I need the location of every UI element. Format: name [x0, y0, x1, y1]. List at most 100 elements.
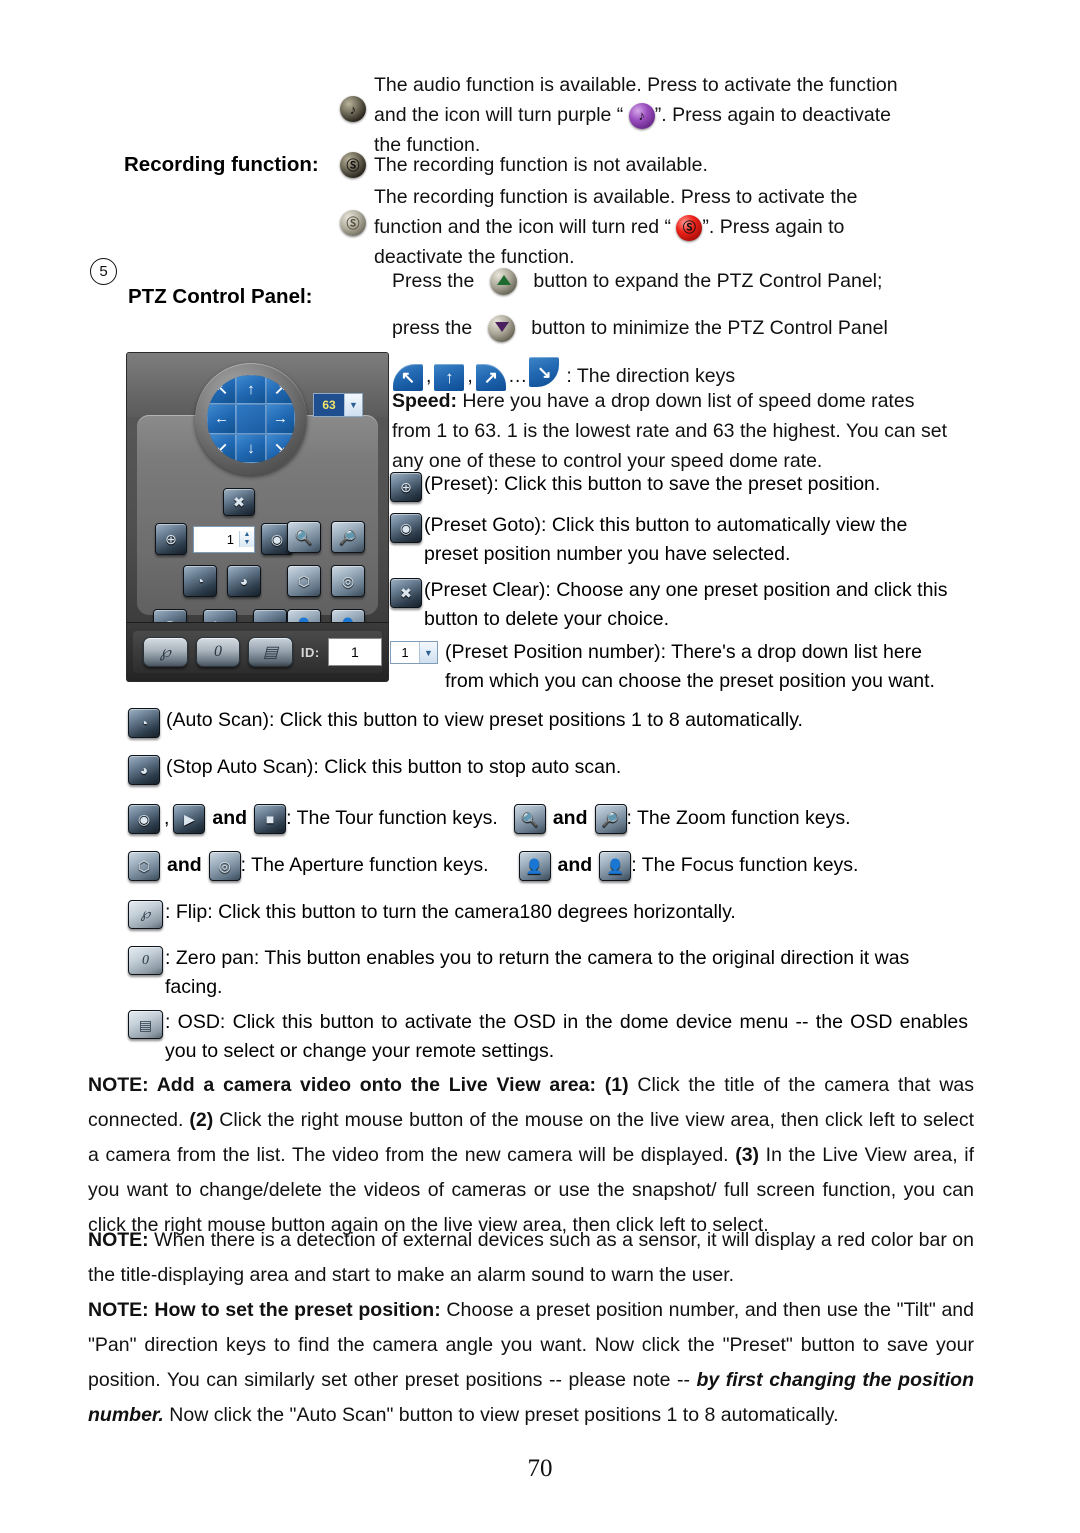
flip-icon[interactable]: ℘: [128, 900, 163, 929]
ptz-expand-text-b: button to expand the PTZ Control Panel;: [533, 270, 883, 292]
ptz-minimize-text-b: button to minimize the PTZ Control Panel: [531, 317, 888, 339]
joy-left[interactable]: ←: [207, 404, 237, 434]
expand-arrow-up-icon[interactable]: [490, 267, 518, 295]
ptz-aperture-close-button[interactable]: ◎: [331, 565, 365, 597]
spinner-icon[interactable]: ▲ ▼: [239, 531, 254, 547]
note-1-num-2: (2): [183, 1109, 214, 1131]
ptz-preset-button[interactable]: ⊕: [155, 523, 187, 555]
bottom-item-1-text: : Zero pan: This button enables you to r…: [165, 947, 910, 998]
ptz-aperture-open-button[interactable]: ⬡: [287, 565, 321, 597]
ptz-zoom-in-button[interactable]: 🔍: [287, 521, 321, 553]
note-3-heading: NOTE: How to set the preset position:: [88, 1299, 441, 1321]
ptz-scan-row[interactable]: ◔ ◕: [183, 565, 261, 597]
ptz-osd-button[interactable]: ▤: [248, 637, 293, 667]
speed-label: Speed:: [392, 390, 458, 412]
preset-item-0-text: (Preset): Click this button to save the …: [424, 473, 881, 495]
osd-icon[interactable]: ▤: [128, 1010, 163, 1039]
recording-available-row: Ⓢ The recording function is available. P…: [340, 182, 960, 272]
joy-up-left[interactable]: ↖: [207, 375, 237, 405]
joy-up[interactable]: ↑: [236, 375, 266, 405]
ptz-id-input[interactable]: 1: [327, 638, 383, 666]
ptz-flip-button[interactable]: ℘: [143, 637, 188, 667]
chevron-down-icon[interactable]: ▼: [419, 642, 437, 663]
ptz-preset-number-input[interactable]: 1 ▲ ▼: [193, 525, 255, 553]
ptz-joystick-keys[interactable]: ↖ ↑ ↗ ← → ↙ ↓ ↘: [207, 375, 295, 463]
ptz-control-panel-image[interactable]: ↖ ↑ ↗ ← → ↙ ↓ ↘ 63 ▼ ✖ ⊕ 1 ▲ ▼ ◉ ◔ ◕ 🔍 🔎…: [126, 352, 389, 682]
ptz-zero-pan-button[interactable]: 0: [195, 637, 241, 667]
tour-zoom-row: ◉ , ▶ and ■ : The Tour function keys. 🔍 …: [128, 802, 968, 834]
joy-down[interactable]: ↓: [236, 433, 266, 463]
zero-pan-icon[interactable]: 0: [128, 946, 163, 975]
minimize-arrow-down-icon[interactable]: [488, 314, 516, 342]
ptz-footer-bar: ℘ 0 ▤ ID: 1: [133, 631, 383, 673]
note-1-num-3: (3): [728, 1144, 760, 1166]
audio-function-block: ♪ The audio function is available. Press…: [340, 70, 960, 160]
focus-far-icon[interactable]: 👤: [599, 851, 632, 881]
zoom-out-icon[interactable]: 🔎: [594, 804, 627, 834]
focus-near-icon[interactable]: 👤: [518, 851, 551, 881]
ptz-aperture-row[interactable]: ⬡ ◎: [287, 565, 365, 597]
direction-key-down-right-icon[interactable]: ↘: [529, 357, 560, 387]
ptz-preset-clear-wrap[interactable]: ✖: [223, 488, 255, 516]
audio-icon-dark: ♪: [340, 96, 366, 122]
joy-right[interactable]: →: [265, 404, 295, 434]
preset-clear-icon[interactable]: ✖: [390, 578, 422, 608]
preset-icon[interactable]: ⊕: [390, 472, 422, 502]
tour-start-icon[interactable]: ◉: [128, 804, 160, 834]
ptz-speed-value: 63: [314, 394, 344, 416]
bottom-item-2-text: : OSD: Click this button to activate the…: [165, 1011, 968, 1062]
ptz-panel-footer: ℘ 0 ▤ ID: 1: [127, 622, 388, 681]
joy-down-left[interactable]: ↙: [207, 433, 237, 463]
preset-item-1-text: (Preset Goto): Click this button to auto…: [424, 514, 908, 565]
ptz-preset-number-value: 1: [226, 531, 234, 547]
note-1: NOTE: Add a camera video onto the Live V…: [88, 1068, 974, 1243]
joy-center[interactable]: [236, 404, 266, 434]
auto-scan-icon[interactable]: ◔: [128, 708, 160, 738]
recording-line-2a: function and the icon will turn red “: [374, 216, 671, 238]
joy-up-right[interactable]: ↗: [265, 375, 295, 405]
tour-and: and: [212, 806, 248, 829]
stop-auto-scan-icon[interactable]: ◕: [128, 755, 160, 785]
ptz-zoom-out-button[interactable]: 🔎: [331, 521, 365, 553]
page-number: 70: [527, 1455, 553, 1482]
ptz-preset-clear-button[interactable]: ✖: [223, 488, 255, 516]
ptz-minimize-line: press the button to minimize the PTZ Con…: [392, 313, 888, 343]
zoom-and: and: [552, 806, 588, 829]
note-1-heading: NOTE: Add a camera video onto the Live V…: [88, 1074, 596, 1096]
recording-function-label: Recording function:: [124, 153, 319, 176]
ptz-joystick[interactable]: ↖ ↑ ↗ ← → ↙ ↓ ↘: [195, 363, 307, 475]
speed-text: Here you have a drop down list of speed …: [392, 390, 948, 472]
ptz-expand-line: Press the button to expand the PTZ Contr…: [392, 266, 882, 296]
chevron-down-icon[interactable]: ▼: [344, 394, 362, 416]
preset-position-number-select[interactable]: 1 ▼: [390, 641, 438, 664]
ptz-preset-row[interactable]: ⊕ 1 ▲ ▼ ◉: [155, 523, 293, 555]
bottom-item-1: 0 : Zero pan: This button enables you to…: [128, 944, 968, 1002]
focus-text: : The Focus function keys.: [631, 853, 859, 876]
ptz-auto-scan-button[interactable]: ◔: [183, 565, 217, 597]
joy-down-right[interactable]: ↘: [265, 433, 295, 463]
ptz-speed-select-wrap[interactable]: 63 ▼: [313, 393, 363, 417]
aperture-close-icon[interactable]: ◎: [208, 851, 241, 881]
zoom-in-icon[interactable]: 🔍: [513, 804, 546, 834]
preset-goto-icon[interactable]: ◉: [390, 513, 422, 543]
aperture-and: and: [167, 853, 202, 876]
audio-line-1: The audio function is available. Press t…: [374, 74, 898, 96]
scan-item-0: ◔ (Auto Scan): Click this button to view…: [128, 706, 958, 738]
aperture-open-icon[interactable]: ⬡: [128, 851, 160, 881]
ptz-zoom-row[interactable]: 🔍 🔎: [287, 521, 365, 553]
preset-item-1: ◉ (Preset Goto): Click this button to au…: [390, 511, 956, 569]
aperture-text: : The Aperture function keys.: [240, 853, 489, 876]
recording-line-3: deactivate the function.: [374, 246, 575, 268]
scan-item-1-text: (Stop Auto Scan): Click this button to s…: [166, 756, 622, 778]
section-marker-5: 5: [90, 258, 117, 285]
tour-stop-icon[interactable]: ■: [254, 804, 287, 834]
tour-play-icon[interactable]: ▶: [173, 804, 206, 834]
ptz-speed-select[interactable]: 63 ▼: [313, 393, 363, 417]
note-2-text: When there is a detection of external de…: [88, 1229, 974, 1286]
note-3-tail: Now click the "Auto Scan" button to view…: [163, 1404, 839, 1426]
audio-description: The audio function is available. Press t…: [374, 70, 954, 160]
audio-line-2a: and the icon will turn purple “: [374, 104, 624, 126]
record-icon-red: Ⓢ: [676, 214, 703, 241]
preset-position-number-text: (Preset Position number): There's a drop…: [445, 641, 935, 692]
ptz-stop-auto-scan-button[interactable]: ◕: [227, 565, 261, 597]
